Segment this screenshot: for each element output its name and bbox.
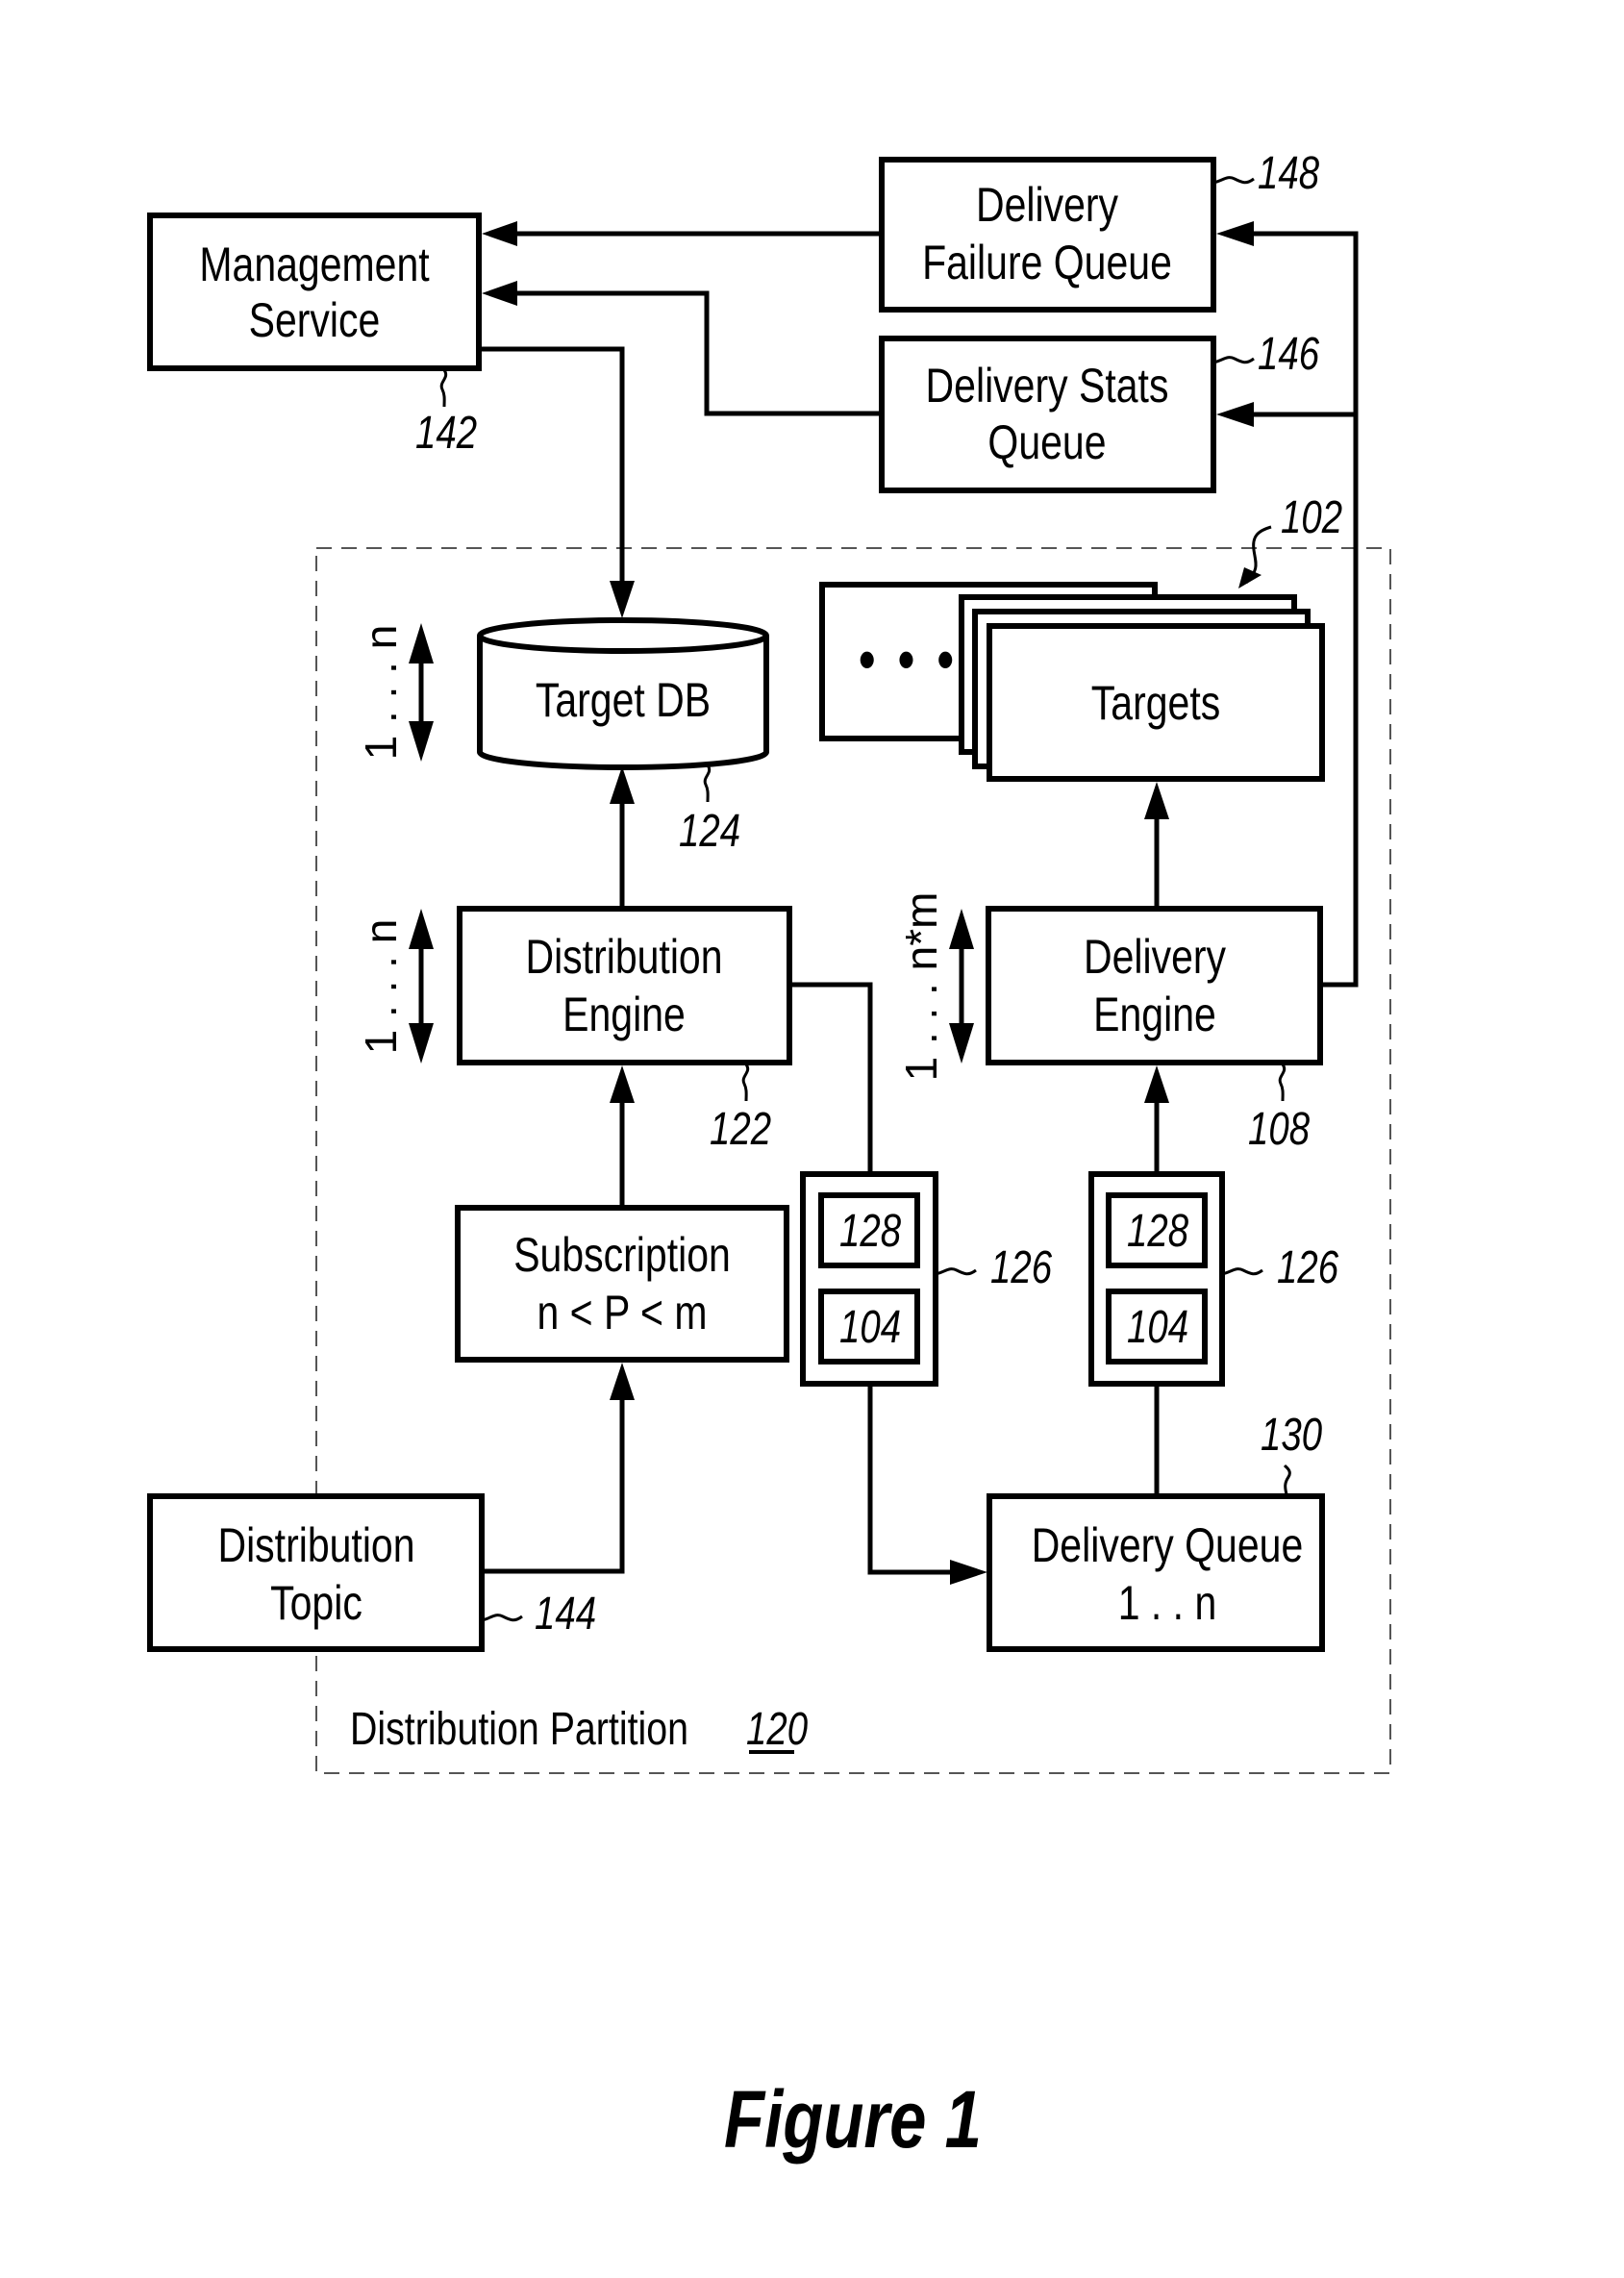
arrowhead-deliveryengine-to-failure <box>1216 221 1254 246</box>
ref-leader-108 <box>1278 1064 1287 1102</box>
ref-leader-144 <box>481 1614 523 1622</box>
figure-caption: Figure 1 <box>724 2075 982 2165</box>
node-management-service[interactable]: Management Service <box>147 213 482 371</box>
node-delivery-failure-queue[interactable]: Delivery Failure Queue <box>879 157 1216 313</box>
management-service-line-2: Service <box>249 293 381 347</box>
node-message-right[interactable]: 128 104 <box>1088 1171 1225 1387</box>
target-db-label: Target DB <box>536 673 711 727</box>
message-left-part-104-label: 104 <box>839 1302 901 1353</box>
ref-122: 122 <box>710 1104 771 1155</box>
multiplicity-target-db: 1 . . . n <box>356 623 434 762</box>
failure-queue-line-1: Delivery <box>976 178 1118 232</box>
delivery-engine-line-1: Delivery <box>1084 930 1226 984</box>
ref-146: 146 <box>1258 329 1320 380</box>
ref-124: 124 <box>679 806 740 857</box>
arrowhead-management-to-targetdb <box>610 581 635 618</box>
ref-102: 102 <box>1281 492 1342 543</box>
stats-queue-line-1: Delivery Stats <box>926 359 1169 413</box>
distribution-topic-line-2: Topic <box>270 1576 362 1630</box>
arrowhead-deliveryengine-to-stats <box>1216 402 1254 427</box>
multiplicity-target-db-label: 1 . . . n <box>356 625 406 761</box>
delivery-queue-line-1: Delivery Queue <box>1032 1518 1304 1572</box>
arrowhead-deliveryengine-to-targets <box>1144 782 1169 819</box>
stats-queue-line-2: Queue <box>987 415 1106 469</box>
delivery-engine-line-2: Engine <box>1093 988 1216 1041</box>
message-right-part-104-label: 104 <box>1127 1302 1188 1353</box>
message-left-part-128-label: 128 <box>839 1206 901 1257</box>
multiplicity-distribution-engine-label: 1 . . . n <box>356 919 406 1055</box>
failure-queue-line-2: Failure Queue <box>922 236 1172 289</box>
subscription-line-2: n < P < m <box>537 1286 707 1339</box>
arrowhead-distengine-to-targetdb <box>610 766 635 804</box>
multiplicity-distribution-engine: 1 . . . n <box>356 909 434 1064</box>
ref-leader-130 <box>1283 1464 1291 1495</box>
arrowhead-failure-to-management <box>482 221 517 246</box>
ellipsis-icon: • • • <box>859 626 959 691</box>
arrowhead-subscription-to-distengine <box>610 1065 635 1103</box>
distribution-partition-label: Distribution Partition <box>350 1703 688 1755</box>
multiplicity-delivery-engine: 1 . . . n*m <box>896 892 974 1082</box>
distribution-topic-line-1: Distribution <box>217 1518 414 1572</box>
node-target-db[interactable]: Target DB <box>477 617 769 770</box>
ref-leader-142 <box>439 369 448 408</box>
edge-management-to-targetdb <box>479 346 625 591</box>
ref-leader-122 <box>741 1064 750 1102</box>
ref-130: 130 <box>1261 1410 1322 1461</box>
node-delivery-queue[interactable]: Delivery Queue 1 . . n <box>987 1493 1325 1652</box>
arrowhead-message-to-deliveryengine <box>1144 1065 1169 1103</box>
architecture-diagram: Distribution Partition 120 Management Se… <box>147 148 1391 2165</box>
edge-topic-to-subscription <box>482 1392 625 1574</box>
ref-leader-124 <box>703 764 712 803</box>
node-delivery-stats-queue[interactable]: Delivery Stats Queue <box>879 336 1216 493</box>
node-message-left[interactable]: 128 104 <box>800 1171 938 1387</box>
edge-message-to-deliveryqueue <box>867 1384 957 1575</box>
targets-label: Targets <box>1091 676 1220 730</box>
ref-126-right: 126 <box>1277 1242 1339 1293</box>
edge-distengine-to-message <box>789 982 873 1174</box>
arrowhead-topic-to-subscription <box>610 1363 635 1400</box>
ref-leader-148 <box>1212 176 1255 185</box>
subscription-line-1: Subscription <box>513 1228 731 1282</box>
arrowhead-message-to-deliveryqueue <box>950 1560 987 1585</box>
ref-arrowhead-102 <box>1238 567 1262 588</box>
ref-leader-146 <box>1212 356 1255 364</box>
distribution-partition-ref: 120 <box>746 1704 808 1755</box>
ref-leader-126-right <box>1221 1267 1263 1276</box>
distribution-engine-line-2: Engine <box>562 988 686 1041</box>
delivery-queue-line-2: 1 . . n <box>1118 1576 1217 1630</box>
ref-144: 144 <box>535 1589 596 1640</box>
ref-142: 142 <box>415 408 477 459</box>
message-right-part-128-label: 128 <box>1127 1206 1188 1257</box>
node-delivery-engine[interactable]: Delivery Engine <box>986 906 1323 1065</box>
edge-stats-to-management <box>510 290 882 416</box>
ref-126-left: 126 <box>990 1242 1053 1293</box>
distribution-engine-line-1: Distribution <box>525 930 722 984</box>
ref-108: 108 <box>1248 1104 1310 1155</box>
arrowhead-stats-to-management <box>482 281 517 306</box>
node-subscription[interactable]: Subscription n < P < m <box>455 1205 789 1363</box>
ref-leader-126-left <box>935 1267 977 1276</box>
ref-148: 148 <box>1258 148 1319 199</box>
node-targets[interactable]: • • • Targets <box>819 582 1325 782</box>
management-service-line-1: Management <box>199 238 430 291</box>
node-distribution-topic[interactable]: Distribution Topic <box>147 1493 485 1652</box>
multiplicity-delivery-engine-label: 1 . . . n*m <box>896 892 946 1082</box>
node-distribution-engine[interactable]: Distribution Engine <box>457 906 792 1065</box>
